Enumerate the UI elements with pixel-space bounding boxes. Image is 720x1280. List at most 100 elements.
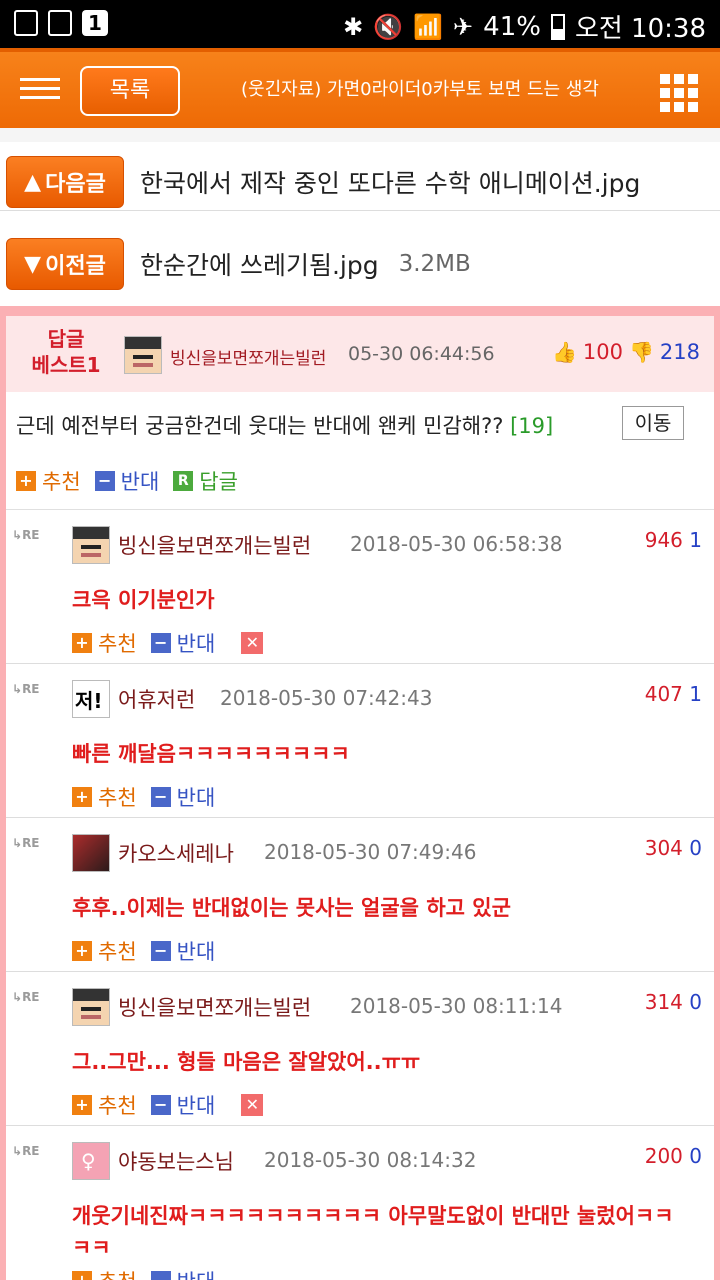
move-button[interactable]: 이동 (622, 406, 684, 440)
recommend-button[interactable]: +추천 (16, 466, 81, 496)
thumbs-down-icon[interactable]: 👎 (629, 340, 654, 364)
reply-upvotes: 314 (644, 990, 683, 1014)
best-comment-header: 답글 베스트1 빙신을보면쪼개는빌런 05-30 06:44:56 👍 100 … (6, 316, 714, 392)
reply-arrow-icon: ↳RE (12, 528, 40, 542)
prev-post-title[interactable]: 한순간에 쓰레기됨.jpg (140, 246, 379, 282)
reply-votes: 407 1 (645, 682, 702, 706)
next-post-label: 다음글 (45, 172, 106, 197)
reply-votes: 946 1 (645, 528, 702, 552)
reply-author[interactable]: 어휴저런 (118, 684, 195, 714)
avatar[interactable] (124, 336, 162, 374)
notification-count-icon: 1 (82, 10, 108, 36)
reply-text: 크윽 이기분인가 (72, 588, 215, 612)
oppose-button[interactable]: −반대 (150, 628, 215, 658)
oppose-button[interactable]: −반대 (150, 1266, 215, 1280)
best-badge-line1: 답글 (47, 327, 85, 351)
reply-author[interactable]: 빙신을보면쪼개는빌런 (118, 530, 311, 560)
prev-post-row[interactable]: ▼ 이전글 한순간에 쓰레기됨.jpg 3.2MB (0, 224, 720, 304)
clock: 오전 10:38 (574, 14, 706, 44)
recommend-button[interactable]: +추천 (72, 1090, 137, 1120)
best-author[interactable]: 빙신을보면쪼개는빌런 (170, 344, 326, 369)
avatar[interactable] (72, 988, 110, 1026)
reply-button[interactable]: R 답글 (173, 466, 238, 496)
reply-author[interactable]: 야동보는스님 (118, 1146, 234, 1176)
best-votes: 👍 100 👎 218 (552, 340, 700, 364)
next-post-title[interactable]: 한국에서 제작 중인 또다른 수학 애니메이션.jpg (140, 164, 640, 200)
minus-icon: − (150, 633, 171, 653)
bluetooth-icon: ✱ (343, 12, 364, 41)
wifi-icon: 📶 (413, 12, 444, 41)
recommend-button[interactable]: +추천 (72, 628, 137, 658)
oppose-button[interactable]: −반대 (150, 1090, 215, 1120)
thumbs-up-icon[interactable]: 👍 (552, 340, 577, 364)
best-actions: + 추천 − 반대 R 답글 (6, 452, 714, 510)
reply-date: 2018-05-30 07:42:43 (220, 686, 433, 710)
screenshot-icon (14, 10, 38, 36)
reply-date: 2018-05-30 06:58:38 (350, 532, 563, 556)
gallery-icon (48, 10, 72, 36)
reply-date: 2018-05-30 08:14:32 (264, 1148, 477, 1172)
recommend-button[interactable]: +추천 (72, 936, 137, 966)
reply-item: ↳RE 카오스세레나 2018-05-30 07:49:46 304 0 후후.… (6, 818, 714, 972)
minus-icon: − (150, 787, 171, 807)
minus-icon: − (150, 941, 171, 961)
reply-item: ↳RE 저! 어휴저런 2018-05-30 07:42:43 407 1 빠른… (6, 664, 714, 818)
avatar[interactable]: 저! (72, 680, 110, 718)
oppose-button[interactable]: −반대 (150, 936, 215, 966)
post-navigation: ▲ 다음글 한국에서 제작 중인 또다른 수학 애니메이션.jpg ▼ 이전글 … (0, 128, 720, 308)
reply-text: 개웃기네진짜ㅋㅋㅋㅋㅋㅋㅋㅋㅋㅋ 아무말도없이 반대만 눌렀어ㅋㅋㅋㅋ (72, 1204, 674, 1260)
reply-author[interactable]: 빙신을보면쪼개는빌런 (118, 992, 311, 1022)
reply-upvotes: 946 (644, 528, 683, 552)
app-header: 목록 (웃긴자료) 가면0라이더0카부토 보면 드는 생각 (0, 48, 720, 128)
reply-votes: 304 0 (645, 836, 702, 860)
reply-date: 2018-05-30 08:11:14 (350, 994, 563, 1018)
reply-arrow-icon: ↳RE (12, 990, 40, 1004)
reply-text: 빠른 깨달음ㅋㅋㅋㅋㅋㅋㅋㅋㅋ (72, 742, 350, 766)
next-post-button[interactable]: ▲ 다음글 (6, 156, 124, 208)
list-button[interactable]: 목록 (80, 66, 180, 116)
plus-icon: + (16, 470, 36, 491)
reply-actions: + 추천 − 반대 ✕ (62, 1090, 264, 1120)
delete-icon[interactable]: ✕ (241, 632, 264, 654)
plus-icon: + (72, 787, 92, 807)
avatar[interactable] (72, 526, 110, 564)
reply-actions: +추천 −반대 (62, 782, 215, 812)
reply-arrow-icon: ↳RE (12, 1144, 40, 1158)
reply-author[interactable]: 카오스세레나 (118, 838, 234, 868)
best-comment-body: 근데 예전부터 궁금한건데 웃대는 반대에 왠케 민감해?? [19] 이동 (6, 392, 714, 452)
minus-icon: − (150, 1271, 171, 1280)
plus-icon: + (72, 633, 92, 653)
reply-actions: +추천 −반대 (62, 1266, 215, 1280)
reply-item: ↳RE 빙신을보면쪼개는빌런 2018-05-30 06:58:38 946 1… (6, 510, 714, 664)
reply-downvotes: 1 (689, 682, 702, 706)
reply-actions: + 추천 − 반대 ✕ (62, 628, 264, 658)
plus-icon: + (72, 1095, 92, 1115)
recommend-button[interactable]: +추천 (72, 1266, 137, 1280)
oppose-button[interactable]: −반대 (150, 782, 215, 812)
prev-post-size: 3.2MB (398, 251, 471, 277)
reply-item: ↳RE 빙신을보면쪼개는빌런 2018-05-30 08:11:14 314 0… (6, 972, 714, 1126)
mute-icon: 🔇 (373, 12, 404, 41)
page-title: (웃긴자료) 가면0라이더0카부토 보면 드는 생각 (241, 79, 599, 100)
recommend-button[interactable]: +추천 (72, 782, 137, 812)
reply-votes: 314 0 (645, 990, 702, 1014)
prev-post-button[interactable]: ▼ 이전글 (6, 238, 124, 290)
grid-menu-icon[interactable] (660, 74, 698, 112)
avatar[interactable]: ♀ (72, 1142, 110, 1180)
delete-icon[interactable]: ✕ (241, 1094, 264, 1116)
avatar[interactable] (72, 834, 110, 872)
menu-icon[interactable] (20, 78, 60, 102)
plus-icon: + (72, 941, 92, 961)
reply-upvotes: 304 (644, 836, 683, 860)
reply-text: 후후..이제는 반대없이는 못사는 얼굴을 하고 있군 (72, 896, 511, 920)
prev-post-label: 이전글 (45, 254, 106, 279)
reply-item: ↳RE ♀ 야동보는스님 2018-05-30 08:14:32 200 0 개… (6, 1126, 714, 1280)
oppose-button[interactable]: −반대 (94, 466, 159, 496)
best-badge-line2: 베스트1 (31, 353, 101, 377)
reply-upvotes: 200 (644, 1144, 683, 1168)
reply-text: 그..그만... 형들 마음은 잘알았어..ㅠㅠ (72, 1050, 421, 1074)
battery-percent: 41% (483, 11, 541, 42)
status-bar: 1 ✱ 🔇 📶 ✈ 41% 오전 10:38 (0, 0, 720, 48)
best-badge: 답글 베스트1 (26, 326, 106, 378)
reply-arrow-icon: ↳RE (12, 836, 40, 850)
